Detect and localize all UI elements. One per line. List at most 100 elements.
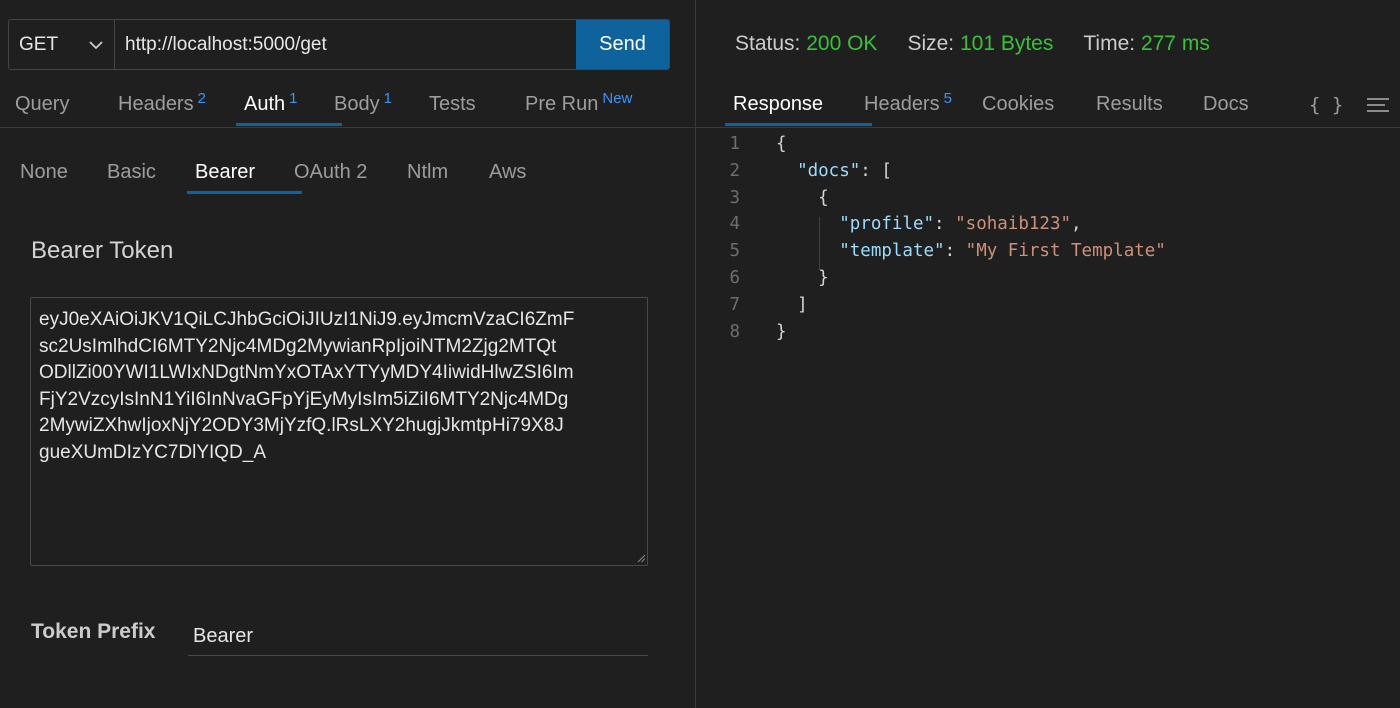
token-line: FjY2VzcyIsInN1YiI6InNvaGFpYjEyMyIsIm5iZi… (39, 388, 569, 410)
status-label: Status: (735, 32, 801, 55)
tab-headers[interactable]: Headers 2 (118, 86, 244, 126)
tab-pre-run[interactable]: Pre Run New (525, 86, 650, 126)
request-panel: GET Send Query Headers2 Auth1 Body1 Test… (0, 0, 695, 708)
json-punctuation: { (776, 187, 829, 208)
tab-cookies-label: Cookies (982, 93, 1055, 115)
auth-tab-bearer[interactable]: Bearer (187, 154, 302, 194)
json-punctuation: ] (776, 294, 808, 315)
method-select[interactable]: GET (9, 20, 115, 69)
tab-query-label: Query (15, 93, 70, 115)
token-line: gueXUmDIzYC7DlYIQD_A (39, 441, 267, 463)
tab-pre-run-label: Pre Run (525, 93, 599, 115)
tab-body-label: Body (334, 93, 380, 115)
response-tabs: Response Headers 5 Cookies Results Docs (725, 86, 1263, 126)
tab-cookies[interactable]: Cookies (982, 86, 1096, 126)
line-number: 7 (729, 294, 740, 315)
json-punctuation: { (776, 134, 787, 154)
request-tabs: Query Headers 2 Auth 1 Body 1 Tests Pre Run… (15, 86, 650, 126)
size-value: 101 Bytes (959, 32, 1054, 55)
auth-tab-basic[interactable]: Basic (107, 154, 195, 194)
time-value: 277 ms (1140, 32, 1210, 55)
token-line: eyJ0eXAiOiJKV1QiLCJhbGciOiJIUzI1NiJ9.eyJ… (39, 309, 575, 330)
auth-tab-none[interactable]: None (20, 154, 107, 194)
tab-response-headers-label: Headers (864, 93, 940, 115)
method-label: GET (19, 33, 59, 55)
tab-response[interactable]: Response (725, 86, 872, 126)
line-number: 2 (729, 160, 740, 181)
code-text: { (776, 131, 787, 158)
token-prefix-input[interactable] (188, 617, 648, 656)
response-status-bar: Status: 200 OK Size: 101 Bytes Time: 277… (735, 32, 1240, 56)
token-line: ODllZi00YWI1LWIxNDgtNmYxOTAxYTYyMDY4Iiwi… (39, 362, 574, 383)
json-string: "My First Template" (965, 241, 1166, 262)
url-input[interactable] (115, 20, 576, 69)
request-tabs-border (0, 127, 695, 128)
tab-body[interactable]: Body 1 (334, 86, 429, 126)
tab-response-headers[interactable]: Headers 5 (864, 86, 982, 126)
menu-icon[interactable] (1367, 97, 1389, 113)
time-label: Time: (1083, 32, 1136, 55)
json-punctuation (776, 241, 839, 261)
chevron-down-icon (89, 40, 103, 49)
code-text: "template": "My First Template" (776, 238, 1166, 265)
token-line: 2MywiZXhwIjoxNjY2ODY3MjYzfQ.lRsLXY2hugjJ… (39, 415, 564, 436)
code-text: } (776, 265, 829, 292)
auth-tab-aws[interactable]: Aws (489, 154, 549, 194)
auth-tab-ntlm[interactable]: Ntlm (407, 154, 489, 194)
json-punctuation: : [ (860, 160, 892, 181)
line-number: 3 (729, 187, 740, 208)
tab-query[interactable]: Query (15, 86, 118, 126)
line-number: 4 (729, 214, 740, 235)
request-bar: GET Send (8, 19, 670, 70)
tab-body-badge: 1 (383, 90, 392, 107)
size-item: Size: 101 Bytes (907, 32, 1053, 56)
tab-pre-run-badge: New (602, 90, 633, 107)
tab-auth[interactable]: Auth 1 (236, 86, 342, 126)
code-text: } (776, 319, 787, 346)
line-number: 8 (729, 321, 740, 342)
tab-headers-label: Headers (118, 93, 194, 115)
token-line: sc2UsImlhdCI6MTY2Njc4MDg2MywianRpIjoiNTM… (39, 335, 557, 357)
tab-docs-label: Docs (1203, 93, 1249, 115)
code-text: ] (776, 292, 808, 319)
tab-headers-badge: 2 (197, 90, 206, 107)
line-number: 1 (729, 134, 740, 154)
tab-results-label: Results (1096, 93, 1163, 115)
tab-tests-label: Tests (429, 93, 476, 115)
tab-results[interactable]: Results (1096, 86, 1203, 126)
json-punctuation: : (944, 241, 966, 262)
send-button[interactable]: Send (576, 20, 669, 69)
json-punctuation: , (1071, 214, 1082, 235)
response-panel: Status: 200 OK Size: 101 Bytes Time: 277… (696, 0, 1400, 708)
json-punctuation: : (934, 214, 956, 235)
tab-auth-label: Auth (244, 93, 286, 115)
json-punctuation: } (776, 267, 829, 288)
resize-grip-icon[interactable] (636, 553, 646, 563)
token-prefix-label: Token Prefix (31, 620, 156, 643)
size-label: Size: (907, 32, 955, 55)
auth-tabs: None Basic Bearer OAuth 2 Ntlm Aws (20, 154, 549, 194)
json-key: "template" (839, 241, 945, 262)
status-value: 200 OK (806, 32, 878, 55)
line-number: 6 (729, 267, 740, 288)
json-punctuation (776, 161, 797, 181)
tab-auth-badge: 1 (289, 90, 298, 107)
tab-response-label: Response (733, 93, 824, 115)
braces-icon[interactable]: { } (1309, 94, 1343, 116)
json-punctuation (776, 214, 839, 234)
indent-guide (819, 217, 820, 270)
code-text: { (776, 185, 829, 212)
tab-response-headers-badge: 5 (943, 90, 952, 107)
tab-docs[interactable]: Docs (1203, 86, 1263, 126)
response-tabs-border (696, 127, 1400, 128)
bearer-token-heading: Bearer Token (31, 237, 174, 264)
auth-tab-oauth2[interactable]: OAuth 2 (294, 154, 407, 194)
line-number: 5 (729, 241, 740, 262)
json-key: "profile" (839, 214, 935, 235)
bearer-token-input[interactable]: eyJ0eXAiOiJKV1QiLCJhbGciOiJIUzI1NiJ9.eyJ… (30, 297, 648, 566)
json-punctuation: } (776, 321, 787, 342)
code-text: "docs": [ (776, 158, 892, 185)
tab-tests[interactable]: Tests (429, 86, 525, 126)
time-item: Time: 277 ms (1083, 32, 1209, 56)
status-item: Status: 200 OK (735, 32, 877, 56)
